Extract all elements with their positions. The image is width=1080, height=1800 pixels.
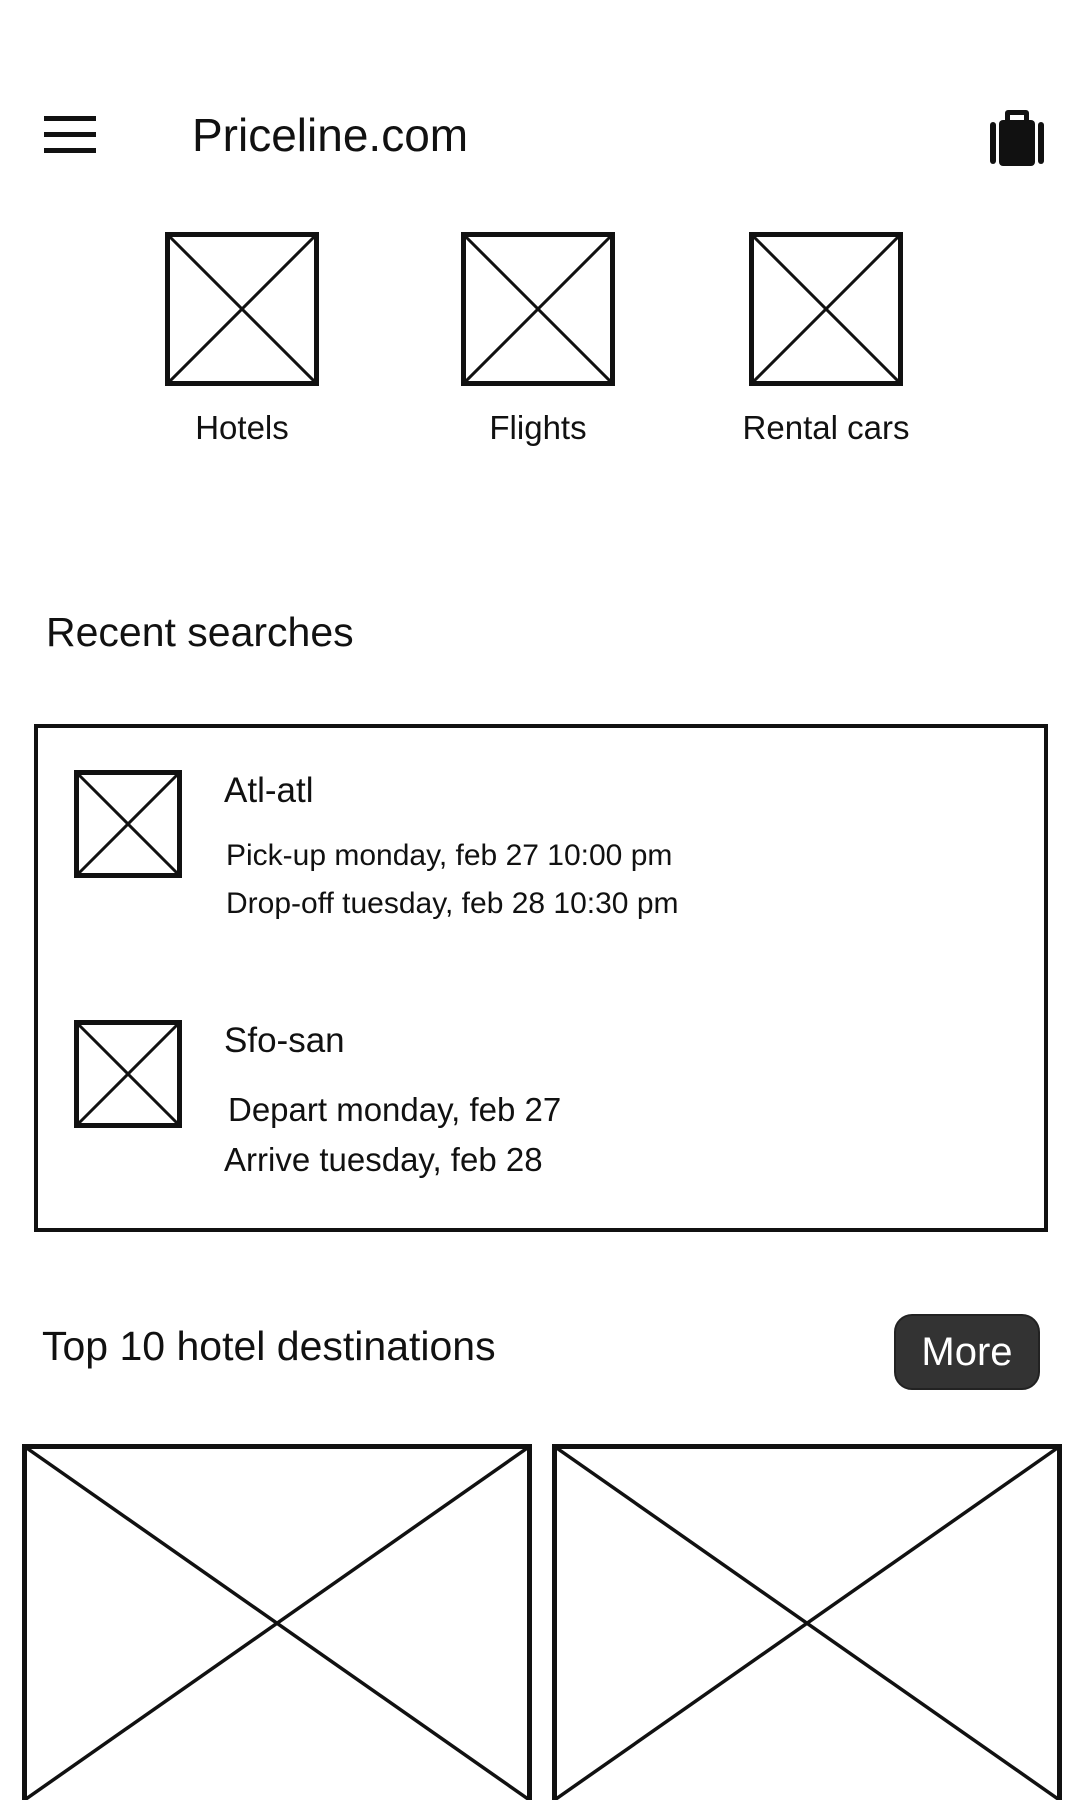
app-title: Priceline.com: [192, 109, 469, 161]
luggage-icon: [990, 110, 1044, 166]
menu-button[interactable]: [44, 112, 100, 158]
search-route: Atl-atl: [224, 771, 314, 810]
category-label: Rental cars: [742, 409, 910, 446]
search-route: Sfo-san: [224, 1021, 345, 1060]
image-placeholder-icon: [74, 770, 182, 878]
category-label: Flights: [489, 409, 587, 446]
image-placeholder-icon: [461, 232, 615, 386]
image-placeholder-icon: [749, 232, 903, 386]
image-placeholder-icon: [22, 1444, 532, 1800]
image-placeholder-icon: [74, 1020, 182, 1128]
more-button[interactable]: More: [894, 1314, 1040, 1390]
category-flights[interactable]: Flights: [418, 232, 658, 452]
recent-searches-title: Recent searches: [46, 609, 354, 655]
destination-card[interactable]: [552, 1444, 1062, 1800]
search-detail-line: Pick-up monday, feb 27 10:00 pm: [226, 839, 673, 872]
category-rental-cars[interactable]: Rental cars: [706, 232, 946, 452]
recent-search-item-rental[interactable]: Atl-atl Pick-up monday, feb 27 10:00 pm …: [74, 770, 1014, 970]
search-detail-line: Drop-off tuesday, feb 28 10:30 pm: [226, 887, 679, 920]
search-detail-line: Arrive tuesday, feb 28: [224, 1141, 543, 1178]
hamburger-menu-icon: [44, 116, 96, 153]
category-label: Hotels: [195, 409, 289, 446]
top-destinations-title: Top 10 hotel destinations: [42, 1323, 496, 1369]
destination-card[interactable]: [22, 1444, 532, 1800]
recent-search-item-flight[interactable]: Sfo-san Depart monday, feb 27 Arrive tue…: [74, 1020, 1014, 1220]
trips-button[interactable]: [988, 108, 1046, 166]
category-hotels[interactable]: Hotels: [122, 232, 362, 452]
search-detail-line: Depart monday, feb 27: [228, 1091, 562, 1128]
image-placeholder-icon: [165, 232, 319, 386]
image-placeholder-icon: [552, 1444, 1062, 1800]
